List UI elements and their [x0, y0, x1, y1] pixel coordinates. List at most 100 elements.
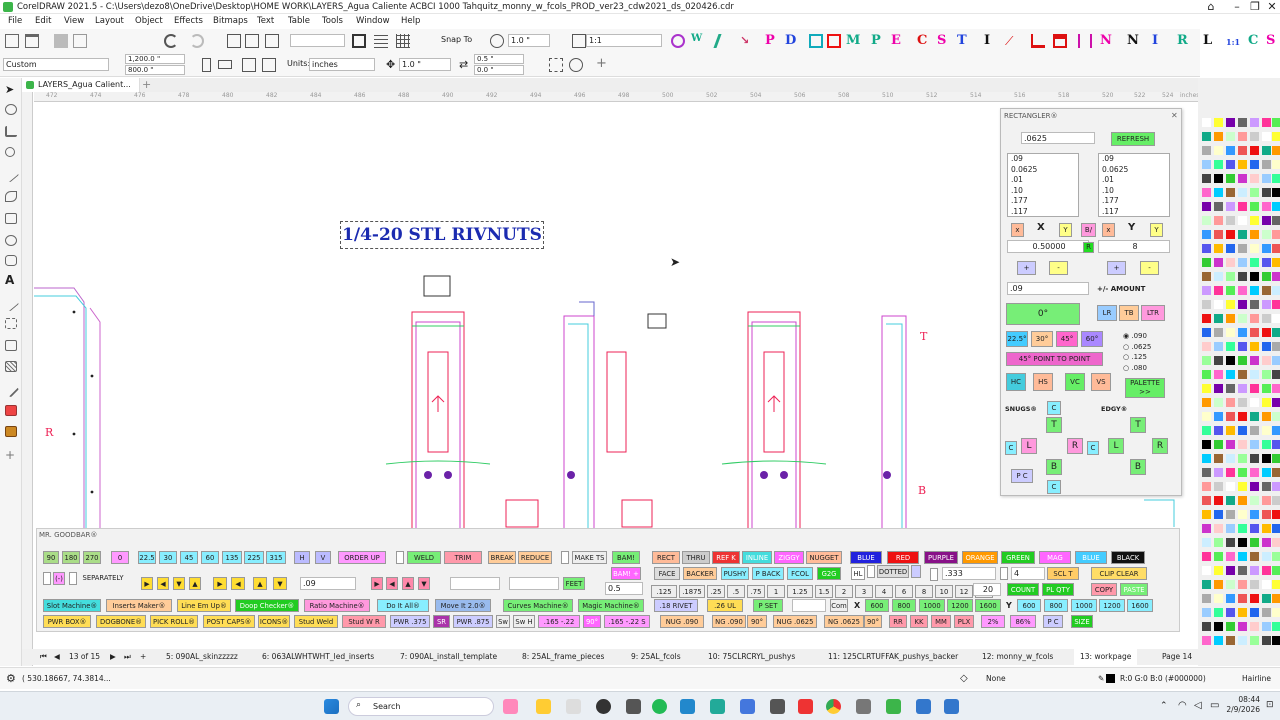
- palette-swatch[interactable]: [1202, 370, 1211, 379]
- palette-swatch[interactable]: [1272, 244, 1280, 253]
- ltr-button[interactable]: LTR: [1141, 305, 1165, 321]
- list-item[interactable]: .10: [1011, 186, 1078, 197]
- size-preset-button[interactable]: 2: [835, 585, 853, 598]
- macro-s2-icon[interactable]: S: [1266, 33, 1275, 48]
- scale-ratio-field[interactable]: 1:1: [586, 34, 662, 47]
- color-green-button[interactable]: GREEN: [1001, 551, 1035, 564]
- palette-swatch[interactable]: [1272, 356, 1280, 365]
- rotate-135-button[interactable]: 135: [222, 551, 242, 564]
- menu-window[interactable]: Window: [356, 14, 390, 28]
- palette-swatch[interactable]: [1262, 440, 1271, 449]
- palette-swatch[interactable]: [1262, 608, 1271, 617]
- palette-swatch[interactable]: [1250, 356, 1259, 365]
- palette-swatch[interactable]: [1250, 608, 1259, 617]
- pc-goodbar-button[interactable]: P C: [1043, 615, 1063, 628]
- palette-swatch[interactable]: [1226, 510, 1235, 519]
- palette-swatch[interactable]: [1214, 398, 1223, 407]
- duplicate-x-field[interactable]: 0.5 ": [474, 54, 524, 64]
- coreldraw-taskbar-icon[interactable]: [886, 699, 901, 714]
- snap-to-dropdown[interactable]: Snap To: [441, 35, 472, 44]
- palette-swatch[interactable]: [1250, 286, 1259, 295]
- zoom-level-field[interactable]: [290, 34, 345, 47]
- pc-button[interactable]: P C: [1011, 469, 1033, 483]
- palette-swatch[interactable]: [1250, 174, 1259, 183]
- x-size-button[interactable]: 1200: [947, 599, 973, 612]
- palette-swatch[interactable]: [1238, 370, 1247, 379]
- palette-swatch[interactable]: [1250, 482, 1259, 491]
- palette-swatch[interactable]: [1202, 426, 1211, 435]
- size-preset-button[interactable]: .125: [651, 585, 677, 598]
- color-palette[interactable]: [1198, 78, 1280, 666]
- macro-p-icon[interactable]: P: [765, 33, 775, 48]
- macro-e-icon[interactable]: [671, 34, 685, 48]
- palette-swatch[interactable]: [1214, 174, 1223, 183]
- rectangle-tool-icon[interactable]: [5, 213, 17, 224]
- current-page-icon[interactable]: [262, 58, 276, 72]
- palette-swatch[interactable]: [1226, 272, 1235, 281]
- palette-swatch[interactable]: [1202, 258, 1211, 267]
- list-item[interactable]: .117: [1011, 207, 1078, 218]
- page-tab[interactable]: 8: 25AL_frame_pieces: [522, 649, 604, 665]
- menu-tools[interactable]: Tools: [322, 14, 343, 28]
- arrow-left-button[interactable]: ◀: [157, 577, 169, 590]
- page-tab[interactable]: 6: 063ALWHTWHT_led_inserts: [262, 649, 374, 665]
- y-plus-button[interactable]: +: [1107, 261, 1126, 275]
- palette-swatch[interactable]: [1214, 342, 1223, 351]
- palette-swatch[interactable]: [1202, 132, 1211, 141]
- ratio-machine-button[interactable]: Ratio Machine®: [304, 599, 370, 612]
- dell-icon[interactable]: [596, 699, 611, 714]
- size-preset-button[interactable]: 6: [895, 585, 913, 598]
- palette-swatch[interactable]: [1262, 552, 1271, 561]
- add-page-icon[interactable]: +: [140, 649, 146, 665]
- crop-tool-icon[interactable]: [5, 126, 17, 137]
- palette-swatch[interactable]: [1214, 230, 1223, 239]
- palette-swatch[interactable]: [1238, 412, 1247, 421]
- palette-swatch[interactable]: [1238, 244, 1247, 253]
- rotate-270-button[interactable]: 270: [83, 551, 101, 564]
- palette-swatch[interactable]: [1250, 468, 1259, 477]
- palette-swatch[interactable]: [1226, 398, 1235, 407]
- arrow-right-button[interactable]: ▶: [141, 577, 153, 590]
- palette-swatch[interactable]: [1238, 426, 1247, 435]
- rulers-icon[interactable]: [374, 34, 388, 48]
- make-ts-checkbox[interactable]: [561, 551, 569, 564]
- inserts-maker-button[interactable]: Inserts Maker®: [106, 599, 172, 612]
- rotate-90-button[interactable]: 90: [43, 551, 59, 564]
- list-item[interactable]: .09: [1102, 154, 1169, 165]
- angle-45-button[interactable]: 45°: [1056, 331, 1078, 347]
- menu-help[interactable]: Help: [401, 14, 420, 28]
- palette-swatch[interactable]: [1262, 314, 1271, 323]
- palette-swatch[interactable]: [1214, 482, 1223, 491]
- palette-swatch[interactable]: [1272, 300, 1280, 309]
- pwr-box-button[interactable]: PWR BOX®: [43, 615, 91, 628]
- add-tool-icon[interactable]: +: [5, 449, 17, 461]
- canvas-title-text[interactable]: 1/4-20 STL RIVNUTS: [340, 221, 544, 249]
- macro-c-icon[interactable]: C: [917, 33, 927, 48]
- palette-swatch[interactable]: [1262, 412, 1271, 421]
- palette-swatch[interactable]: [1250, 272, 1259, 281]
- y2-small-button[interactable]: Y: [1150, 223, 1163, 237]
- palette-swatch[interactable]: [1272, 496, 1280, 505]
- palette-swatch[interactable]: [1238, 118, 1247, 127]
- palette-swatch[interactable]: [1214, 286, 1223, 295]
- macro-ratio-icon[interactable]: 1:1: [1226, 37, 1240, 47]
- g2g-button[interactable]: G2G: [817, 567, 841, 580]
- palette-swatch[interactable]: [1238, 272, 1247, 281]
- file-explorer-icon[interactable]: [536, 699, 551, 714]
- break-button[interactable]: BREAK: [488, 551, 516, 564]
- menu-view[interactable]: View: [64, 14, 84, 28]
- palette-swatch[interactable]: [1262, 244, 1271, 253]
- palette-swatch[interactable]: [1262, 468, 1271, 477]
- palette-swatch[interactable]: [1250, 566, 1259, 575]
- magic-machine-button[interactable]: Magic Machine®: [578, 599, 644, 612]
- menu-text[interactable]: Text: [257, 14, 274, 28]
- menu-file[interactable]: File: [8, 14, 22, 28]
- treat-as-filled-icon[interactable]: [549, 58, 563, 72]
- notifications-icon[interactable]: ⊡: [1266, 700, 1274, 710]
- palette-swatch[interactable]: [1238, 538, 1247, 547]
- palette-swatch[interactable]: [1226, 328, 1235, 337]
- palette-swatch[interactable]: [1262, 398, 1271, 407]
- edgy-t-button[interactable]: T: [1130, 417, 1146, 433]
- palette-swatch[interactable]: [1250, 342, 1259, 351]
- steps-field[interactable]: 20: [973, 583, 1001, 596]
